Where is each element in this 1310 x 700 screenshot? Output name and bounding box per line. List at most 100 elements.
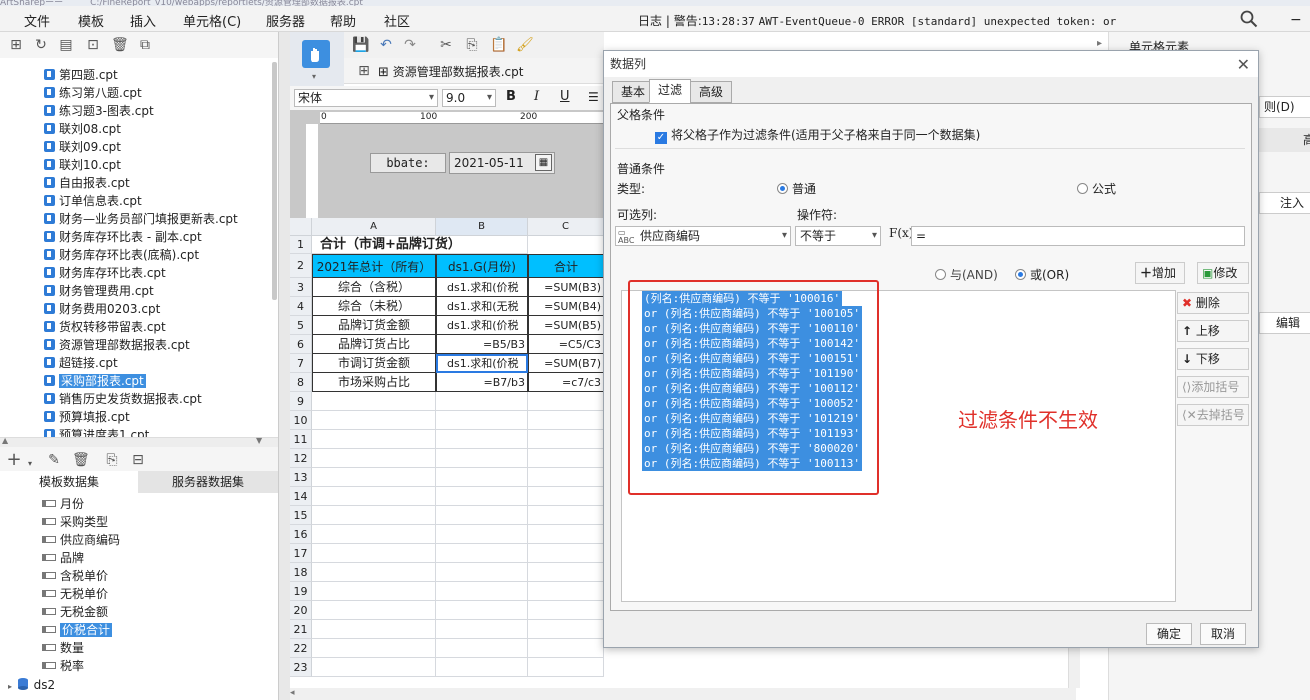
row-header[interactable]: 14 — [290, 487, 312, 506]
menu-community[interactable]: 社区 — [384, 11, 410, 30]
row-header[interactable]: 19 — [290, 582, 312, 601]
tree-item[interactable]: 财务库存环比表.cpt — [44, 264, 166, 282]
tree-item[interactable]: 采购部报表.cpt — [44, 372, 146, 390]
grid-cell[interactable] — [312, 487, 436, 506]
row-header[interactable]: 9 — [290, 392, 312, 411]
cancel-button[interactable]: 取消 — [1200, 623, 1246, 645]
grid-cell[interactable]: 品牌订货金额 — [312, 316, 436, 335]
grid-corner[interactable] — [290, 218, 312, 236]
tree-item[interactable]: 联刘08.cpt — [44, 120, 121, 138]
row-header[interactable]: 12 — [290, 449, 312, 468]
grid-cell[interactable] — [312, 544, 436, 563]
parent-filter-checkbox[interactable]: ✓ 将父格子作为过滤条件(适用于父子格来自于同一个数据集) — [655, 126, 980, 144]
grid-cell[interactable]: =SUM(B3) — [528, 278, 604, 297]
calendar-icon[interactable]: ▦ — [535, 154, 552, 171]
tree-item[interactable]: 联刘09.cpt — [44, 138, 121, 156]
dataset-field[interactable]: 数量 — [42, 639, 84, 657]
right-edit[interactable]: 编辑 — [1259, 312, 1310, 334]
dataset-ds2[interactable]: ▸ ds2 — [8, 676, 55, 694]
row-header[interactable]: 20 — [290, 601, 312, 620]
grid-cell[interactable]: ds1.G(月份) — [436, 254, 528, 278]
row-header[interactable]: 16 — [290, 525, 312, 544]
tree-item[interactable]: 销售历史发货数据报表.cpt — [44, 390, 202, 408]
add-dataset-icon[interactable]: + — [6, 451, 22, 469]
copy-icon[interactable]: ⎘ — [464, 37, 480, 53]
right-inject[interactable]: 注入 — [1259, 192, 1310, 214]
grid-cell[interactable]: 合计（市调+品牌订货） — [312, 236, 528, 254]
grid-cell[interactable] — [312, 563, 436, 582]
format-painter-icon[interactable]: 🖌 — [516, 37, 534, 53]
tab-template-dataset[interactable]: 模板数据集 — [0, 471, 138, 493]
dataset-settings-icon[interactable]: ⊟ — [130, 452, 146, 468]
italic-button[interactable]: I — [534, 89, 539, 104]
move-up-button[interactable]: ↑ 上移 — [1177, 320, 1249, 342]
edit-icon[interactable]: ✎ — [46, 452, 62, 468]
grid-cell[interactable]: ds1.求和(无税 — [436, 297, 528, 316]
grid-cell[interactable]: =SUM(B4) — [528, 297, 604, 316]
right-tab-advanced[interactable]: 高级 — [1259, 128, 1310, 152]
row-header[interactable]: 4 — [290, 297, 312, 316]
close-icon[interactable]: ✕ — [1237, 55, 1250, 74]
grid-cell[interactable] — [312, 639, 436, 658]
row-header[interactable]: 5 — [290, 316, 312, 335]
column-header[interactable]: B — [436, 218, 528, 236]
grid-cell[interactable]: =B5/B3 — [436, 335, 528, 354]
grid-cell[interactable] — [436, 506, 528, 525]
paste-icon[interactable]: 📋 — [490, 37, 507, 53]
dataset-field[interactable]: 采购类型 — [42, 513, 108, 531]
pane-splitter[interactable]: ▲ ▼ — [0, 436, 278, 447]
bold-button[interactable]: B — [506, 89, 516, 104]
grid-cell[interactable]: =c7/c3 — [528, 373, 604, 392]
grid-cell[interactable]: 市场采购占比 — [312, 373, 436, 392]
grid-cell[interactable] — [528, 449, 604, 468]
row-header[interactable]: 13 — [290, 468, 312, 487]
dataset-field[interactable]: 品牌 — [42, 549, 84, 567]
collapse-down-icon[interactable]: ▼ — [256, 436, 262, 445]
undo-icon[interactable]: ↶ — [378, 37, 394, 53]
dataset-field[interactable]: 供应商编码 — [42, 531, 120, 549]
horizontal-scrollbar[interactable]: ◂ — [290, 688, 1076, 700]
column-header[interactable]: C — [528, 218, 604, 236]
grid-cell[interactable]: ds1.求和(价税 — [436, 316, 528, 335]
tree-item[interactable]: 财务管理费用.cpt — [44, 282, 154, 300]
column-select[interactable]: ▭ ABC 供应商编码 ▾ — [615, 226, 791, 246]
grid-cell[interactable] — [528, 430, 604, 449]
grid-cell[interactable] — [436, 563, 528, 582]
grid-cell[interactable] — [312, 468, 436, 487]
row-header[interactable]: 7 — [290, 354, 312, 373]
grid-cell[interactable] — [312, 601, 436, 620]
delete-dataset-icon[interactable]: 🗑 — [72, 452, 90, 468]
grid-cell[interactable] — [312, 449, 436, 468]
tree-item[interactable]: 练习第八题.cpt — [44, 84, 142, 102]
chevron-down-icon[interactable]: ▾ — [22, 456, 38, 472]
grid-cell[interactable] — [312, 430, 436, 449]
minimize-icon[interactable]: − — [1290, 12, 1302, 28]
type-normal-radio[interactable]: 普通 — [777, 180, 816, 197]
grid-cell[interactable]: =B7/b3 — [436, 373, 528, 392]
underline-button[interactable]: U — [560, 89, 570, 104]
tree-item[interactable]: 自由报表.cpt — [44, 174, 130, 192]
sheet-grid-icon[interactable]: ⊞ — [356, 63, 372, 79]
grid-cell[interactable] — [436, 525, 528, 544]
cut-icon[interactable]: ✂ — [438, 37, 454, 53]
row-header[interactable]: 1 — [290, 236, 312, 254]
grid-cell[interactable]: =C5/C3 — [528, 335, 604, 354]
font-name-select[interactable]: 宋体 ▾ — [294, 89, 438, 107]
grid-cell[interactable] — [312, 582, 436, 601]
row-header[interactable]: 23 — [290, 658, 312, 677]
grid-cell[interactable] — [528, 601, 604, 620]
grid-cell[interactable]: ds1.求和(价税 — [436, 278, 528, 297]
grid-cell[interactable] — [436, 487, 528, 506]
collapse-up-icon[interactable]: ▲ — [2, 436, 8, 445]
new-folder-icon[interactable]: ⊞ — [8, 37, 24, 53]
tree-scrollbar[interactable] — [272, 62, 277, 300]
menu-help[interactable]: 帮助 — [330, 11, 356, 30]
grid-cell[interactable] — [436, 411, 528, 430]
modify-button[interactable]: ▣修改 — [1197, 262, 1249, 284]
tree-item[interactable]: 联刘10.cpt — [44, 156, 121, 174]
hand-touch-icon[interactable] — [302, 40, 330, 68]
tab-advanced[interactable]: 高级 — [690, 81, 733, 103]
tab-filter[interactable]: 过滤 — [649, 79, 692, 103]
collapse-right-icon[interactable]: ▸ — [1097, 38, 1102, 49]
dataset-field[interactable]: 无税金额 — [42, 603, 108, 621]
